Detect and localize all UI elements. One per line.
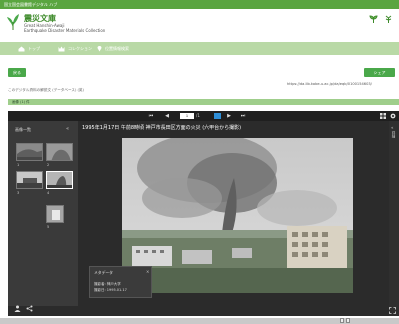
thumbnail-sidebar: 画像一覧 « 1 2 3 4 5 <box>8 121 78 306</box>
site-subtitle-2: Earthquake Disaster Materials Collection <box>24 28 106 33</box>
share-icon[interactable] <box>26 305 33 312</box>
fullscreen-icon[interactable] <box>389 307 396 314</box>
thumbnail[interactable] <box>46 143 73 161</box>
nav-item-label: コレクション <box>68 45 92 51</box>
nav-item-label: 位置情報検索 <box>105 45 129 51</box>
metadata-panel: メタデータ × 撮影者: 神戸大学 撮影日: 1995.01.17 <box>89 266 152 298</box>
nav-item-label: トップ <box>28 45 40 51</box>
thumbnail[interactable] <box>16 143 43 161</box>
current-page-indicator[interactable] <box>214 113 221 119</box>
prev-page-icon[interactable]: ◀ <box>164 113 170 119</box>
rail-label: 詳細 <box>392 131 396 138</box>
home-icon <box>18 46 25 51</box>
nav-item-collection[interactable]: コレクション <box>58 42 92 55</box>
thumbnail-number: 2 <box>47 163 50 167</box>
map-pin-icon <box>97 46 102 52</box>
thumbnail-number: 3 <box>17 191 20 195</box>
person-icon[interactable] <box>14 305 21 312</box>
thumbnail-number: 5 <box>47 225 50 229</box>
image-title: 1995年1月17日 午前8時頃 神戸市長田区方面の火災 (六甲台から撮影) <box>82 125 242 131</box>
page-dot[interactable] <box>346 318 350 323</box>
image-viewer: ⏮ ◀ /1 ▶ ⏭ 画像一覧 « 1 2 3 4 <box>8 111 399 316</box>
thumbnail-selected[interactable] <box>46 171 73 189</box>
viewer-toolbar: ⏮ ◀ /1 ▶ ⏭ <box>8 111 399 121</box>
back-button[interactable]: 戻る <box>8 68 26 77</box>
permalink-url[interactable]: https://da.lib.kobe-u.ac.jp/da/eqb/01001… <box>287 82 372 86</box>
page-dot[interactable] <box>340 318 344 323</box>
thumbnail-number: 4 <box>47 191 50 195</box>
metadata-line: 撮影者: 神戸大学 <box>94 282 121 286</box>
filter-label: 画像 (1) 件 <box>12 100 30 104</box>
permalink-row[interactable]: https://da.lib.kobe-u.ac.jp/da/eqb/01001… <box>287 80 395 88</box>
metadata-line: 撮影日: 1995.01.17 <box>94 288 127 292</box>
metadata-panel-title: メタデータ <box>94 270 113 275</box>
leaf-sprout-icon[interactable] <box>369 15 378 24</box>
share-button[interactable]: シェア <box>364 68 395 77</box>
last-page-icon[interactable]: ⏭ <box>240 113 246 119</box>
first-page-icon[interactable]: ⏮ <box>148 113 154 119</box>
crown-icon <box>58 46 65 51</box>
sprout-icon[interactable] <box>384 15 393 24</box>
thumbnail-number: 1 <box>17 163 20 167</box>
collapse-sidebar-icon[interactable]: « <box>66 126 69 132</box>
main-photo[interactable] <box>122 138 353 293</box>
nav-item-location-search[interactable]: 位置情報検索 <box>97 42 129 55</box>
expand-rail-icon[interactable]: « <box>391 125 393 130</box>
thumbnail[interactable] <box>46 205 64 223</box>
settings-icon[interactable] <box>390 113 396 119</box>
next-page-icon[interactable]: ▶ <box>226 113 232 119</box>
page-total: /1 <box>196 113 200 118</box>
sidebar-title: 画像一覧 <box>15 127 31 132</box>
info-rail[interactable]: « 詳細 <box>389 121 399 316</box>
leaf-logo-icon[interactable] <box>6 13 20 31</box>
top-utility-bar: 国立国会図書館デジタル ハブ <box>0 0 399 9</box>
metadata-line: このデジタル資料の解説文 (データベース) (英) <box>8 88 84 92</box>
top-utility-text: 国立国会図書館デジタル ハブ <box>4 2 58 7</box>
main-nav: トップ コレクション 位置情報検索 <box>0 42 399 55</box>
grid-view-icon[interactable] <box>380 113 386 119</box>
page-number-input[interactable] <box>180 113 194 119</box>
close-icon[interactable]: × <box>146 269 149 274</box>
thumbnail[interactable] <box>16 171 43 189</box>
nav-item-top[interactable]: トップ <box>18 42 40 55</box>
image-filter-bar[interactable]: 画像 (1) 件 <box>8 99 399 105</box>
